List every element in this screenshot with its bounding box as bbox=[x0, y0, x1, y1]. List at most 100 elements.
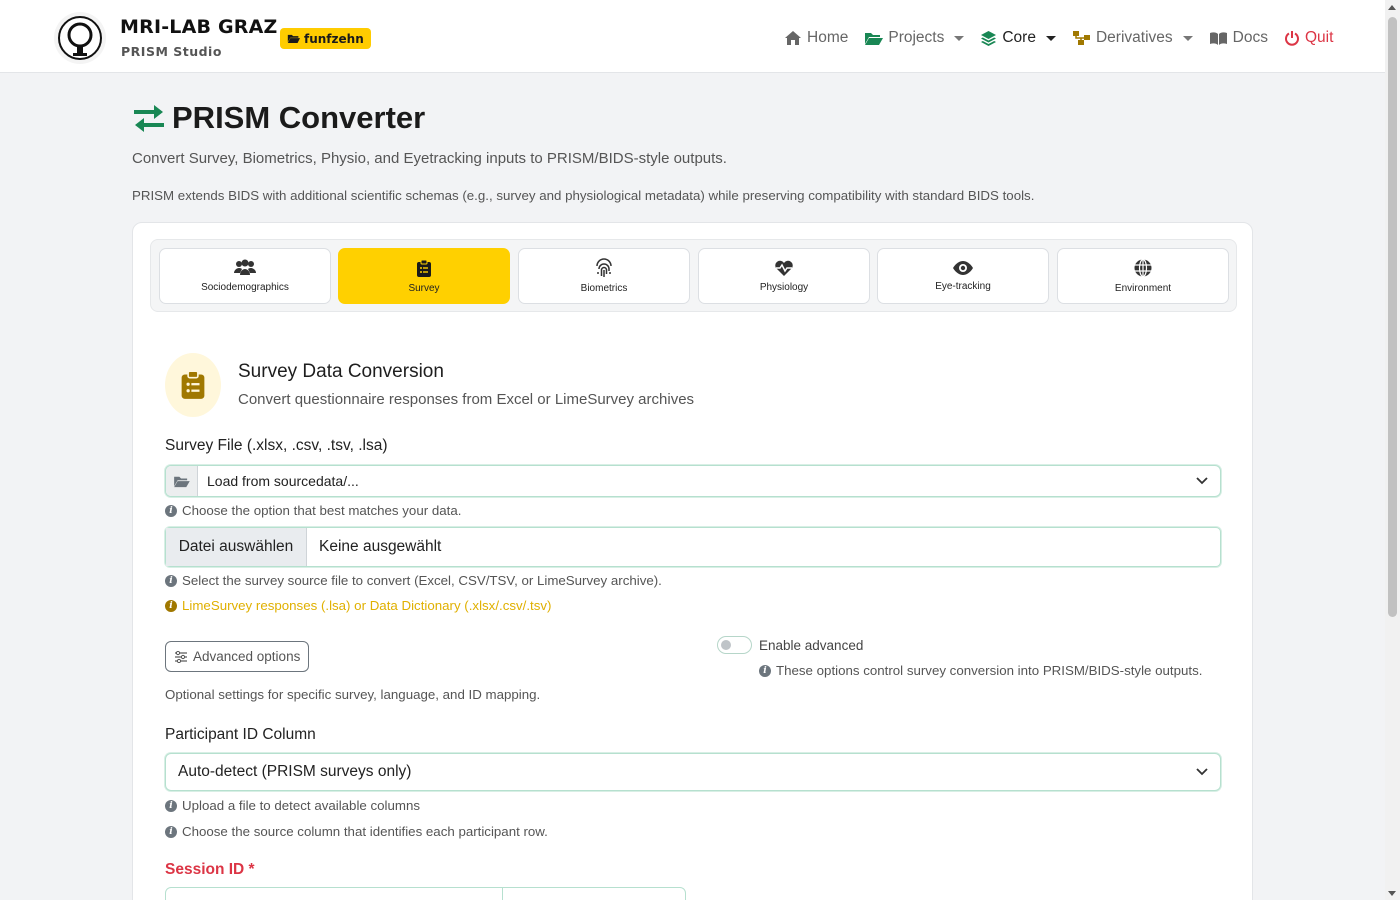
scroll-up-arrow-icon[interactable] bbox=[1388, 5, 1396, 10]
page-title-text: PRISM Converter bbox=[172, 100, 426, 135]
info-icon: i bbox=[165, 574, 177, 587]
participant-hint-1-text: Upload a file to detect available column… bbox=[182, 798, 421, 813]
clipboard-list-icon bbox=[181, 370, 205, 399]
nav-projects[interactable]: Projects bbox=[864, 29, 965, 47]
modality-tabs: Sociodemographics Survey Biometrics Phys… bbox=[150, 239, 1237, 312]
info-icon: i bbox=[165, 504, 177, 517]
tab-physiology[interactable]: Physiology bbox=[698, 248, 870, 304]
file-warning: i LimeSurvey responses (.lsa) or Data Di… bbox=[165, 598, 551, 613]
nav-quit[interactable]: Quit bbox=[1284, 29, 1333, 47]
chevron-down-icon bbox=[954, 35, 965, 41]
tab-label: Eye-tracking bbox=[935, 281, 991, 292]
info-icon: i bbox=[165, 599, 177, 612]
tab-label: Biometrics bbox=[580, 283, 628, 294]
brand-title[interactable]: MRI-LAB GRAZ bbox=[120, 16, 278, 38]
session-id-input-group[interactable] bbox=[165, 887, 686, 900]
advanced-options-label: Advanced options bbox=[193, 649, 301, 664]
participant-id-label: Participant ID Column bbox=[165, 726, 316, 743]
nav-quit-label: Quit bbox=[1304, 29, 1334, 46]
source-select[interactable]: Load from sourcedata/... bbox=[165, 465, 1221, 497]
survey-file-input[interactable]: Datei auswählen Keine ausgewählt bbox=[165, 527, 1221, 567]
source-select-value: Load from sourcedata/... bbox=[207, 473, 359, 489]
tab-label: Environment bbox=[1114, 283, 1172, 294]
survey-subtitle: Convert questionnaire responses from Exc… bbox=[238, 391, 695, 408]
sliders-icon bbox=[175, 650, 187, 663]
nav-links: Home Projects Core Derivatives Docs Quit bbox=[784, 26, 1333, 50]
optional-settings-text: Optional settings for specific survey, l… bbox=[165, 687, 541, 702]
eye-icon bbox=[953, 261, 973, 275]
heart-pulse-icon bbox=[775, 260, 793, 276]
home-icon bbox=[785, 31, 801, 45]
page-scrollbar[interactable] bbox=[1385, 0, 1400, 900]
tab-survey[interactable]: Survey bbox=[338, 248, 510, 304]
chevron-down-icon bbox=[1196, 477, 1208, 485]
choose-file-button[interactable]: Datei auswählen bbox=[166, 528, 307, 566]
lab-logo[interactable] bbox=[54, 12, 106, 64]
survey-panel-icon bbox=[165, 353, 221, 417]
nav-derivatives-label: Derivatives bbox=[1095, 29, 1173, 46]
fingerprint-icon bbox=[596, 258, 612, 277]
advanced-options-button[interactable]: Advanced options bbox=[165, 641, 310, 672]
page-subtitle: Convert Survey, Biometrics, Physio, and … bbox=[132, 150, 727, 167]
converter-card: Sociodemographics Survey Biometrics Phys… bbox=[132, 222, 1253, 900]
file-hint: i Select the survey source file to conve… bbox=[165, 573, 662, 588]
source-select-body[interactable]: Load from sourcedata/... bbox=[198, 466, 1220, 496]
advanced-hint: i These options control survey conversio… bbox=[759, 663, 1202, 678]
globe-icon bbox=[1134, 258, 1152, 278]
chevron-down-icon bbox=[1045, 35, 1056, 41]
power-icon bbox=[1284, 31, 1299, 46]
info-icon: i bbox=[165, 825, 177, 838]
page-intro: PRISM extends BIDS with additional scien… bbox=[132, 188, 1035, 203]
layers-icon bbox=[981, 30, 997, 46]
nav-docs[interactable]: Docs bbox=[1209, 29, 1268, 47]
advanced-hint-text: These options control survey conversion … bbox=[776, 663, 1203, 678]
source-select-addon bbox=[166, 466, 198, 496]
source-hint-text: Choose the option that best matches your… bbox=[182, 503, 462, 518]
tab-label: Physiology bbox=[759, 282, 809, 293]
session-id-label: Session ID * bbox=[165, 861, 255, 878]
file-status: Keine ausgewählt bbox=[319, 538, 442, 555]
nav-projects-label: Projects bbox=[888, 29, 945, 46]
brand-subtitle: PRISM Studio bbox=[121, 44, 222, 59]
folder-open-icon bbox=[174, 476, 190, 487]
tab-sociodemographics[interactable]: Sociodemographics bbox=[159, 248, 331, 304]
survey-title: Survey Data Conversion bbox=[238, 361, 444, 382]
clipboard-list-icon bbox=[417, 259, 431, 277]
participant-hint-2: i Choose the source column that identifi… bbox=[165, 824, 548, 839]
project-badge[interactable]: funfzehn bbox=[280, 28, 371, 49]
info-icon: i bbox=[165, 799, 177, 812]
participant-hint-1: i Upload a file to detect available colu… bbox=[165, 798, 420, 813]
file-hint-text: Select the survey source file to convert… bbox=[182, 573, 662, 588]
nav-core[interactable]: Core bbox=[980, 29, 1056, 47]
tab-environment[interactable]: Environment bbox=[1057, 248, 1229, 304]
chevron-down-icon bbox=[1196, 768, 1208, 776]
participant-id-value: Auto-detect (PRISM surveys only) bbox=[178, 763, 412, 780]
folder-open-icon bbox=[287, 34, 300, 43]
survey-file-label: Survey File (.xlsx, .csv, .tsv, .lsa) bbox=[165, 437, 388, 454]
tab-biometrics[interactable]: Biometrics bbox=[518, 248, 690, 304]
nav-core-label: Core bbox=[1002, 29, 1036, 46]
top-navbar: MRI-LAB GRAZ PRISM Studio funfzehn Home … bbox=[0, 0, 1385, 73]
book-icon bbox=[1209, 31, 1227, 45]
nav-docs-label: Docs bbox=[1232, 29, 1268, 46]
tab-eye-tracking[interactable]: Eye-tracking bbox=[877, 248, 1049, 304]
file-warning-text: LimeSurvey responses (.lsa) or Data Dict… bbox=[182, 598, 552, 613]
project-badge-label: funfzehn bbox=[304, 31, 364, 46]
sitemap-icon bbox=[1072, 31, 1090, 45]
chevron-down-icon bbox=[1182, 35, 1193, 41]
tab-label: Sociodemographics bbox=[201, 282, 289, 293]
nav-derivatives[interactable]: Derivatives bbox=[1072, 29, 1193, 47]
folder-open-icon bbox=[865, 32, 884, 45]
survey-panel: Survey Data Conversion Convert questionn… bbox=[150, 341, 1237, 900]
users-icon bbox=[234, 259, 256, 275]
source-hint: i Choose the option that best matches yo… bbox=[165, 503, 461, 518]
scrollbar-thumb[interactable] bbox=[1388, 17, 1397, 617]
session-id-input[interactable] bbox=[166, 888, 503, 900]
participant-hint-2-text: Choose the source column that identifies… bbox=[182, 824, 548, 839]
nav-home-label: Home bbox=[807, 29, 849, 46]
scroll-down-arrow-icon[interactable] bbox=[1388, 891, 1396, 896]
participant-id-select[interactable]: Auto-detect (PRISM surveys only) bbox=[165, 753, 1221, 791]
nav-home[interactable]: Home bbox=[784, 29, 848, 47]
enable-advanced-toggle[interactable] bbox=[717, 636, 752, 654]
enable-advanced-label: Enable advanced bbox=[759, 638, 864, 653]
